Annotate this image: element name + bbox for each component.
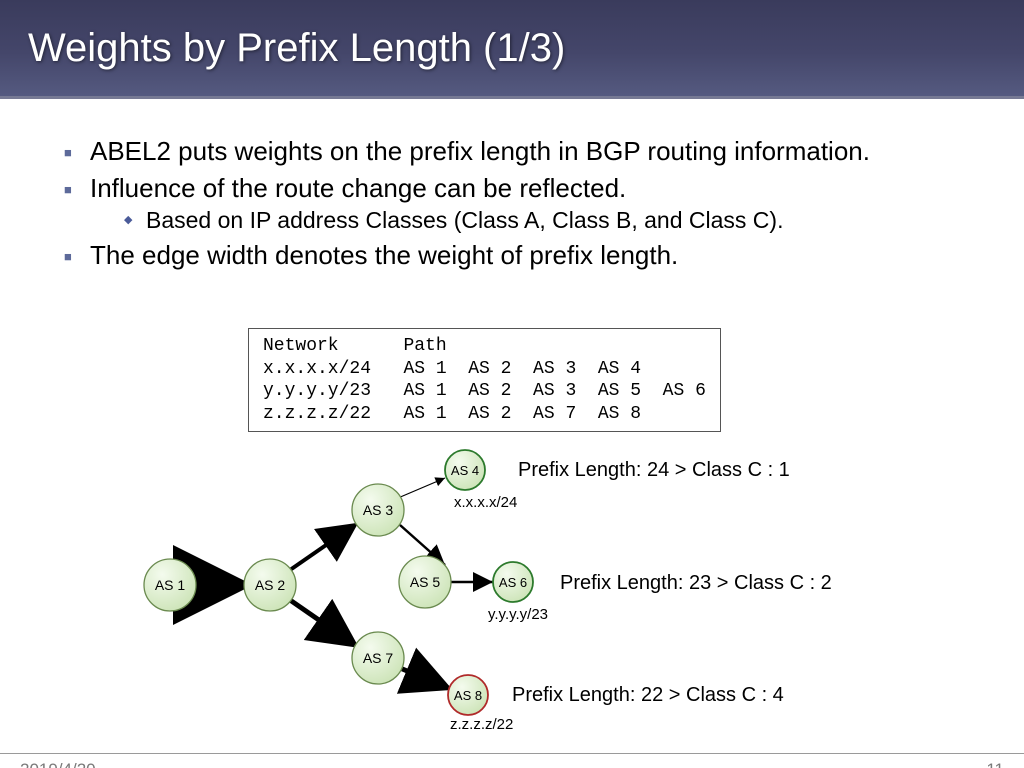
content-area: ABEL2 puts weights on the prefix length …	[0, 99, 1024, 271]
routing-header-path: Path	[403, 336, 446, 356]
node-as6: AS 6	[493, 562, 533, 602]
edge-as2-as3	[290, 525, 355, 570]
footer: 2019/4/20 11	[0, 753, 1024, 760]
subbullet-list: Based on IP address Classes (Class A, Cl…	[120, 206, 964, 235]
bullet-list: ABEL2 puts weights on the prefix length …	[60, 135, 964, 271]
node-as1: AS 1	[144, 559, 196, 611]
bullet-2-text: Influence of the route change can be ref…	[90, 173, 626, 203]
annot-prefix-24: Prefix Length: 24 > Class C : 1	[518, 459, 790, 482]
svg-text:AS 6: AS 6	[499, 575, 527, 590]
annot-prefix-23: Prefix Length: 23 > Class C : 2	[560, 572, 832, 595]
annot-sub-22: z.z.z.z/22	[450, 716, 513, 733]
edge-as7-as8	[400, 668, 448, 688]
node-as2: AS 2	[244, 559, 296, 611]
footer-date: 2019/4/20	[20, 760, 96, 768]
svg-text:AS 4: AS 4	[451, 463, 479, 478]
node-as3: AS 3	[352, 484, 404, 536]
routing-row-2-net: z.z.z.z/22	[263, 404, 371, 424]
routing-row-2-path: AS 1 AS 2 AS 7 AS 8	[403, 404, 641, 424]
slide-title: Weights by Prefix Length (1/3)	[28, 26, 565, 71]
svg-text:AS 5: AS 5	[410, 574, 441, 590]
bullet-3: The edge width denotes the weight of pre…	[60, 239, 964, 272]
svg-text:AS 8: AS 8	[454, 688, 482, 703]
annot-sub-24: x.x.x.x/24	[454, 494, 517, 511]
bullet-2: Influence of the route change can be ref…	[60, 172, 964, 235]
annot-prefix-22: Prefix Length: 22 > Class C : 4	[512, 684, 784, 707]
svg-text:AS 3: AS 3	[363, 502, 394, 518]
node-as5: AS 5	[399, 556, 451, 608]
node-as7: AS 7	[352, 632, 404, 684]
routing-row-0-net: x.x.x.x/24	[263, 359, 371, 379]
bullet-1: ABEL2 puts weights on the prefix length …	[60, 135, 964, 168]
slide: Weights by Prefix Length (1/3) ABEL2 put…	[0, 0, 1024, 768]
title-band: Weights by Prefix Length (1/3)	[0, 0, 1024, 99]
edge-as3-as4	[398, 478, 445, 498]
edge-as3-as5	[400, 525, 445, 565]
routing-row-1-net: y.y.y.y/23	[263, 381, 371, 401]
footer-page: 11	[986, 760, 1004, 768]
routing-row-1-path: AS 1 AS 2 AS 3 AS 5 AS 6	[403, 381, 705, 401]
svg-text:AS 1: AS 1	[155, 577, 186, 593]
annot-sub-23: y.y.y.y/23	[488, 606, 548, 623]
node-as4: AS 4	[445, 450, 485, 490]
routing-row-0-path: AS 1 AS 2 AS 3 AS 4	[403, 359, 641, 379]
svg-text:AS 7: AS 7	[363, 650, 394, 666]
node-as8: AS 8	[448, 675, 488, 715]
routing-header-net: Network	[263, 336, 339, 356]
svg-text:AS 2: AS 2	[255, 577, 286, 593]
edge-as2-as7	[290, 600, 355, 645]
subbullet-1: Based on IP address Classes (Class A, Cl…	[120, 206, 964, 235]
routing-table: Network Path x.x.x.x/24 AS 1 AS 2 AS 3 A…	[248, 328, 721, 432]
